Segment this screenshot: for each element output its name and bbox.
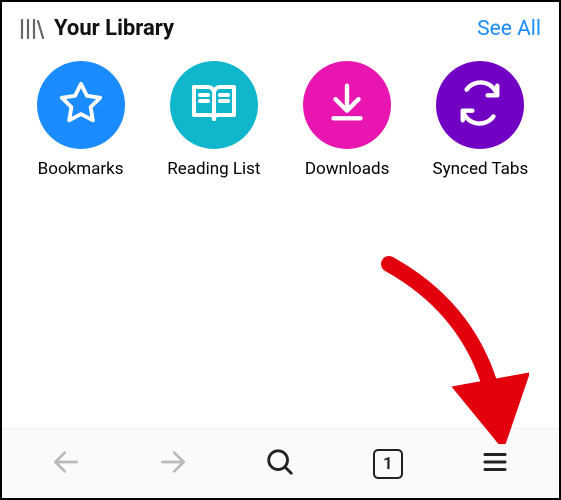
back-button[interactable] <box>36 434 96 494</box>
tabs-button[interactable]: 1 <box>358 434 418 494</box>
tile-circle <box>436 61 524 149</box>
menu-button[interactable] <box>465 434 525 494</box>
tile-downloads[interactable]: Downloads <box>291 61 404 179</box>
tile-label: Bookmarks <box>38 159 124 179</box>
hamburger-icon <box>480 447 510 481</box>
tile-synced-tabs[interactable]: Synced Tabs <box>424 61 537 179</box>
library-icon <box>20 18 44 40</box>
tab-count-badge: 1 <box>373 449 403 479</box>
content-spacer <box>2 179 559 428</box>
tile-label: Reading List <box>167 159 260 179</box>
page-title: Your Library <box>54 16 174 41</box>
tile-circle <box>37 61 125 149</box>
forward-button[interactable] <box>143 434 203 494</box>
book-icon <box>190 79 238 131</box>
tile-circle <box>303 61 391 149</box>
arrow-right-icon <box>157 446 189 482</box>
tab-count-value: 1 <box>383 454 393 474</box>
tile-label: Downloads <box>305 159 389 179</box>
see-all-link[interactable]: See All <box>477 17 541 41</box>
star-icon <box>58 80 104 130</box>
search-button[interactable] <box>250 434 310 494</box>
header-left: Your Library <box>20 16 174 41</box>
library-tiles: Bookmarks Reading List <box>2 45 559 179</box>
tile-label: Synced Tabs <box>433 159 529 179</box>
bottom-toolbar: 1 <box>2 428 559 498</box>
library-header: Your Library See All <box>2 2 559 45</box>
tile-reading-list[interactable]: Reading List <box>157 61 270 179</box>
search-icon <box>265 447 295 481</box>
arrow-left-icon <box>50 446 82 482</box>
tile-bookmarks[interactable]: Bookmarks <box>24 61 137 179</box>
sync-icon <box>457 80 503 130</box>
download-icon <box>324 80 370 130</box>
tile-circle <box>170 61 258 149</box>
